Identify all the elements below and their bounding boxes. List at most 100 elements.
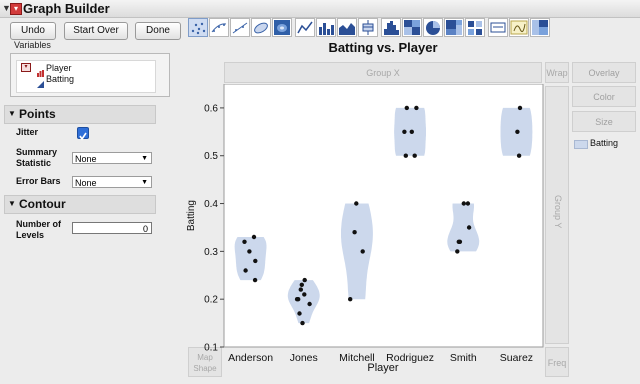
caption-box-element-icon[interactable]: [488, 18, 508, 37]
data-point: [302, 292, 307, 297]
y-tick-label: 0.4: [204, 199, 218, 210]
data-point: [243, 268, 248, 273]
variable-item-batting[interactable]: Batting: [46, 74, 74, 84]
smoother-element-icon[interactable]: [209, 18, 229, 37]
data-point: [465, 201, 471, 206]
summary-statistic-label-line2: Statistic: [16, 158, 52, 168]
data-point: [297, 311, 302, 316]
summary-statistic-select[interactable]: None ▼: [72, 152, 152, 164]
group-y-drop-zone[interactable]: Group Y: [545, 86, 569, 344]
number-of-levels-input[interactable]: 0: [72, 222, 152, 234]
ellipse-element-icon[interactable]: [251, 18, 271, 37]
chevron-down-icon: ▼: [141, 155, 148, 162]
graph-title: Batting vs. Player: [328, 40, 438, 55]
collapse-triangle-icon[interactable]: ▼: [8, 199, 16, 208]
legend: Batting: [572, 136, 636, 152]
line-of-fit-element-icon[interactable]: [230, 18, 250, 37]
area-element-icon[interactable]: [337, 18, 357, 37]
nominal-column-icon: [37, 64, 44, 77]
data-point: [307, 301, 312, 307]
bar-element-icon[interactable]: [316, 18, 336, 37]
data-point: [412, 153, 417, 158]
jitter-label: Jitter: [16, 127, 39, 137]
continuous-column-icon: [37, 75, 44, 88]
points-element-icon[interactable]: [188, 18, 208, 37]
number-of-levels-label-line1: Number of: [16, 219, 61, 229]
data-point: [294, 297, 300, 302]
x-tick-label: Anderson: [228, 352, 273, 364]
group-y-label: Group Y: [553, 195, 563, 229]
points-section-header[interactable]: ▼ Points: [4, 105, 156, 124]
summary-statistic-value: None: [75, 154, 97, 164]
line-element-icon[interactable]: [295, 18, 315, 37]
collapse-triangle-icon[interactable]: ▼: [8, 109, 16, 118]
freq-drop-zone[interactable]: Freq: [545, 347, 569, 377]
histogram-element-icon[interactable]: [381, 18, 401, 37]
variable-item-player[interactable]: Player: [46, 63, 72, 73]
window-title-bar: ▼ ▾ Graph Builder: [0, 0, 640, 18]
wrap-drop-zone[interactable]: Wrap: [545, 62, 569, 83]
x-tick-label: Mitchell: [339, 352, 375, 364]
data-point: [298, 287, 303, 292]
treemap-element-icon[interactable]: [444, 18, 464, 37]
group-x-drop-zone[interactable]: Group X: [224, 62, 542, 83]
red-triangle-menu-icon[interactable]: ▾: [10, 3, 22, 15]
data-point: [352, 230, 357, 235]
y-tick-label: 0.3: [204, 247, 218, 258]
data-point: [252, 277, 258, 283]
y-tick-label: 0.5: [204, 151, 218, 162]
data-point: [247, 249, 252, 254]
map-shapes-element-icon[interactable]: [465, 18, 485, 37]
box-plot-element-icon[interactable]: [358, 18, 378, 37]
error-bars-select[interactable]: None ▼: [72, 176, 152, 188]
y-axis-title[interactable]: Batting: [186, 200, 197, 231]
app-title: Graph Builder: [23, 1, 110, 16]
variables-list: ▾ Player Batting: [16, 60, 156, 93]
data-point: [253, 258, 258, 264]
variables-label: Variables: [14, 40, 51, 50]
red-triangle-menu-icon[interactable]: ▾: [21, 63, 31, 72]
data-point: [455, 249, 460, 254]
heatmap-element-icon[interactable]: [402, 18, 422, 37]
data-point: [404, 105, 409, 111]
data-point: [300, 320, 305, 326]
number-of-levels-label-line2: Levels: [16, 230, 45, 240]
pie-element-icon[interactable]: [423, 18, 443, 37]
size-drop-zone[interactable]: Size: [572, 111, 636, 132]
formula-element-icon[interactable]: [509, 18, 529, 37]
error-bars-label: Error Bars: [16, 176, 61, 186]
y-axis-title-box: Batting: [186, 200, 200, 240]
y-tick-label: 0.2: [204, 295, 218, 306]
color-drop-zone[interactable]: Color: [572, 86, 636, 107]
x-tick-label: Smith: [450, 352, 477, 364]
data-point: [409, 129, 414, 134]
mosaic-element-icon[interactable]: [530, 18, 550, 37]
contour-section-header[interactable]: ▼ Contour: [4, 195, 156, 214]
legend-item: Batting: [590, 138, 619, 148]
undo-button[interactable]: Undo: [10, 22, 56, 40]
x-tick-label: Suarez: [500, 352, 533, 364]
points-section-title: Points: [19, 107, 56, 121]
data-point: [466, 225, 472, 230]
contour-section-title: Contour: [19, 197, 66, 211]
data-point: [461, 201, 466, 206]
done-button[interactable]: Done: [135, 22, 181, 40]
data-point: [517, 105, 523, 111]
chart-area[interactable]: 0.1 0.2 0.3 0.4 0.5 0.6 Anderson Jones Mitchell…: [200, 84, 545, 364]
jitter-checkbox[interactable]: [77, 127, 89, 141]
x-tick-label: Jones: [290, 352, 318, 364]
y-tick-label: 0.1: [204, 343, 218, 354]
chevron-down-icon: ▼: [141, 179, 148, 186]
map-shape-label-line2: Shape: [193, 364, 217, 373]
data-point: [360, 249, 365, 254]
data-point: [348, 297, 353, 302]
start-over-button[interactable]: Start Over: [64, 22, 128, 40]
plot-frame: [223, 84, 544, 348]
data-point: [242, 239, 247, 244]
contour-element-icon[interactable]: [272, 18, 292, 37]
data-point: [354, 201, 359, 206]
data-point: [302, 277, 307, 283]
data-point: [515, 129, 520, 134]
overlay-drop-zone[interactable]: Overlay: [572, 62, 636, 83]
data-point: [516, 153, 522, 158]
